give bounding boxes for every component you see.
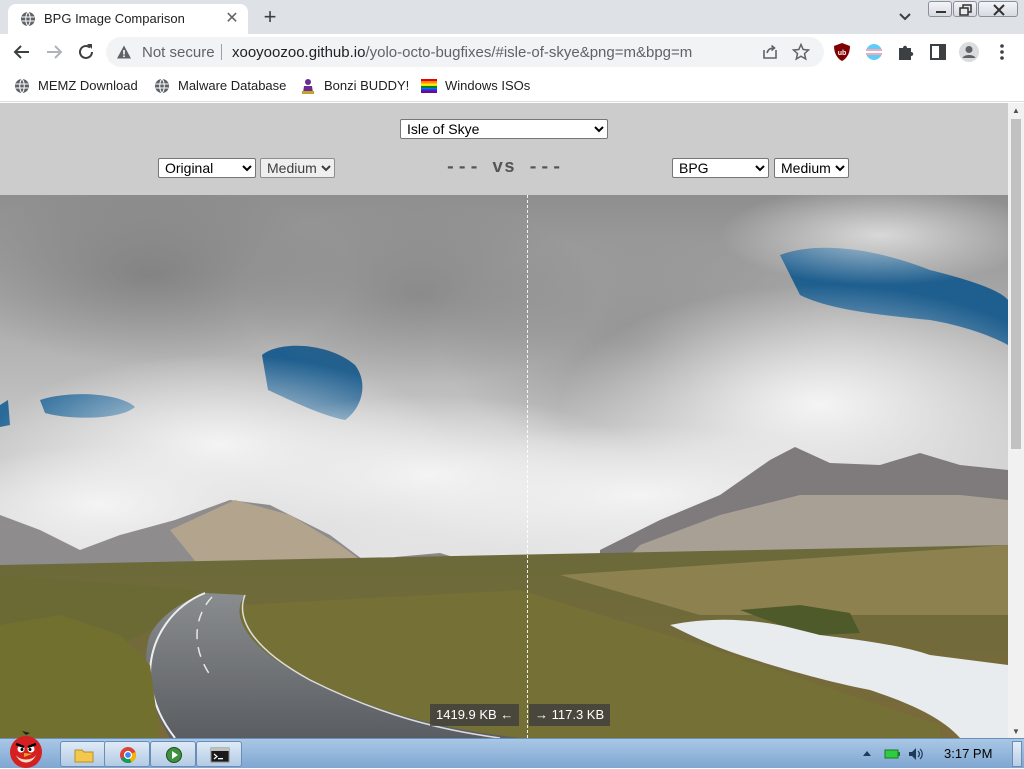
extension-flag-icon[interactable] [864,42,884,62]
left-format-select[interactable]: Original [158,158,256,178]
bonzi-icon [302,79,314,94]
image-select[interactable]: Isle of Skye [400,119,608,139]
start-button-angry-bird-icon[interactable] [2,731,50,769]
explorer-icon [74,749,94,763]
taskbar-clock[interactable]: 3:17 PM [944,746,992,761]
close-window-button[interactable] [978,1,1018,17]
media-player-icon [166,747,182,763]
url-text[interactable]: xooyoozoo.github.io/yolo-octo-bugfixes/#… [232,44,692,61]
tab-strip: BPG Image Comparison ✕ + [0,0,1024,34]
scroll-up-arrow-icon[interactable]: ▲ [1012,106,1020,115]
tab-close-icon[interactable]: ✕ [222,9,242,29]
browser-toolbar: Not secure xooyoozoo.github.io/yolo-octo… [0,34,1024,70]
taskbar-cmd[interactable] [196,741,242,767]
globe-icon [15,78,29,94]
bookmarks-bar: MEMZ Download Malware Database Bonzi BUD… [0,70,1024,102]
close-icon [993,4,1005,16]
bookmark-label: Windows ISOs [445,78,531,93]
tab-title: BPG Image Comparison [44,11,185,26]
svg-text:ub: ub [838,50,847,57]
forward-arrow-icon[interactable] [42,40,66,64]
globe-icon [155,78,169,94]
back-arrow-icon[interactable] [10,40,34,64]
left-quality-select: Medium [260,158,335,178]
profile-avatar-icon[interactable] [958,41,980,63]
reload-icon[interactable] [74,40,98,64]
volume-icon[interactable] [908,747,924,761]
url-host: xooyoozoo.github.io [232,44,366,61]
page-scrollbar[interactable]: ▲ ▼ [1008,103,1024,738]
security-status[interactable]: Not secure [142,44,215,61]
warning-triangle-icon[interactable] [116,44,132,60]
chrome-icon [120,747,137,764]
taskbar-explorer[interactable] [60,741,106,767]
right-format-select[interactable]: BPG [672,158,769,178]
minimize-button[interactable] [928,1,952,17]
comparison-split-line[interactable] [527,195,528,738]
ublock-origin-icon[interactable]: ub [832,42,852,62]
taskbar-chrome[interactable] [104,741,150,767]
windows-flag-icon [421,79,437,93]
show-desktop-button[interactable] [1012,741,1022,767]
scroll-down-arrow-icon[interactable]: ▼ [1012,727,1020,736]
extensions-puzzle-icon[interactable] [896,42,916,62]
cmd-icon [210,747,230,763]
scrollbar-thumb[interactable] [1011,119,1021,449]
web-page: Isle of Skye Original Medium --- vs --- … [0,103,1008,738]
show-hidden-icons-arrow-icon[interactable] [862,749,872,759]
bookmark-label: MEMZ Download [38,78,138,93]
restore-button[interactable] [953,1,977,17]
battery-icon[interactable] [884,748,900,760]
right-file-size: → 117.3 KB [529,704,611,726]
more-menu-icon[interactable] [992,42,1012,62]
left-file-size: 1419.9 KB ← [430,704,520,726]
url-path: /yolo-octo-bugfixes/#isle-of-skye&png=m&… [365,44,693,61]
chevron-down-icon[interactable] [896,9,914,25]
share-icon[interactable] [762,44,778,60]
restore-icon [959,4,972,16]
taskbar-media-player[interactable] [150,741,196,767]
address-bar[interactable]: Not secure xooyoozoo.github.io/yolo-octo… [106,37,824,67]
image-comparison-viewer[interactable]: 1419.9 KB ← → 117.3 KB [0,195,1008,738]
minimize-icon [936,11,946,13]
omnibox-divider [221,44,222,60]
bookmark-label: Bonzi BUDDY! [324,78,410,93]
side-panel-icon[interactable] [928,42,948,62]
windows-taskbar: 3:17 PM [0,731,1024,768]
right-quality-select[interactable]: Medium [774,158,849,178]
globe-icon [21,11,35,27]
comparison-vs-label: --- vs --- [444,158,564,178]
landscape-photo [0,195,1008,738]
bookmark-label: Malware Database [178,78,287,93]
tab-bpg-comparison[interactable]: BPG Image Comparison ✕ [8,4,248,34]
new-tab-button[interactable]: + [258,4,282,30]
bookmark-star-icon[interactable] [792,43,810,61]
